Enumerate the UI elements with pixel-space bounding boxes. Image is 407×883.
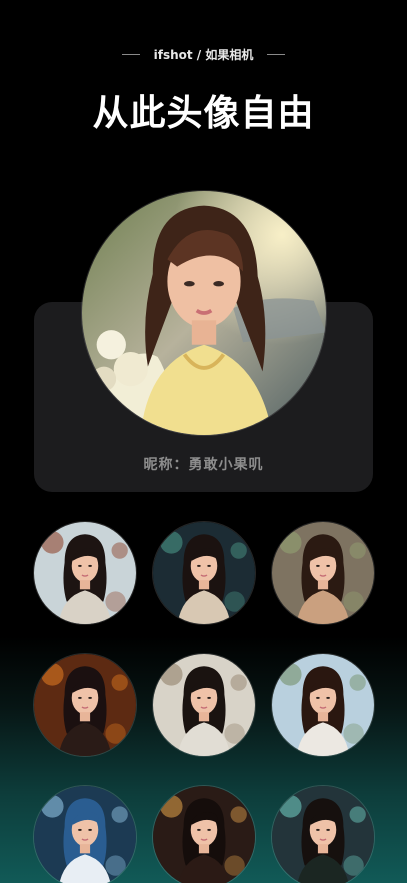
brand-label: ifshot / 如果相机 [153,48,254,62]
gallery-avatar-9[interactable] [271,785,375,883]
portrait-nature-warm-image [272,522,374,624]
portrait-car-night-image [153,522,255,624]
portrait-fireworks-image [153,786,255,883]
nickname-label: 昵称：勇敢小果叽 [143,457,264,473]
gallery-avatar-4[interactable] [33,653,137,757]
portrait-vintage-car-image [153,654,255,756]
brand-divider-left [121,54,140,55]
gallery-avatar-2[interactable] [152,521,256,625]
page-title: 从此头像自由 [92,93,315,134]
brand-header: ifshot / 如果相机 [0,46,407,63]
brand-divider-right [267,54,286,55]
portrait-bubbles-blue-image [34,786,136,883]
portrait-train-scarf-image [34,522,136,624]
portrait-wizard-school-image [272,786,374,883]
main-portrait-image [82,191,326,435]
gallery-avatar-1[interactable] [33,521,137,625]
gallery-avatar-5[interactable] [152,653,256,757]
gallery-avatar-6[interactable] [271,653,375,757]
gallery-avatar-8[interactable] [152,785,256,883]
main-avatar [81,190,327,436]
portrait-halloween-image [34,654,136,756]
gallery-avatar-3[interactable] [271,521,375,625]
portrait-lake-sky-image [272,654,374,756]
gallery-avatar-7[interactable] [33,785,137,883]
